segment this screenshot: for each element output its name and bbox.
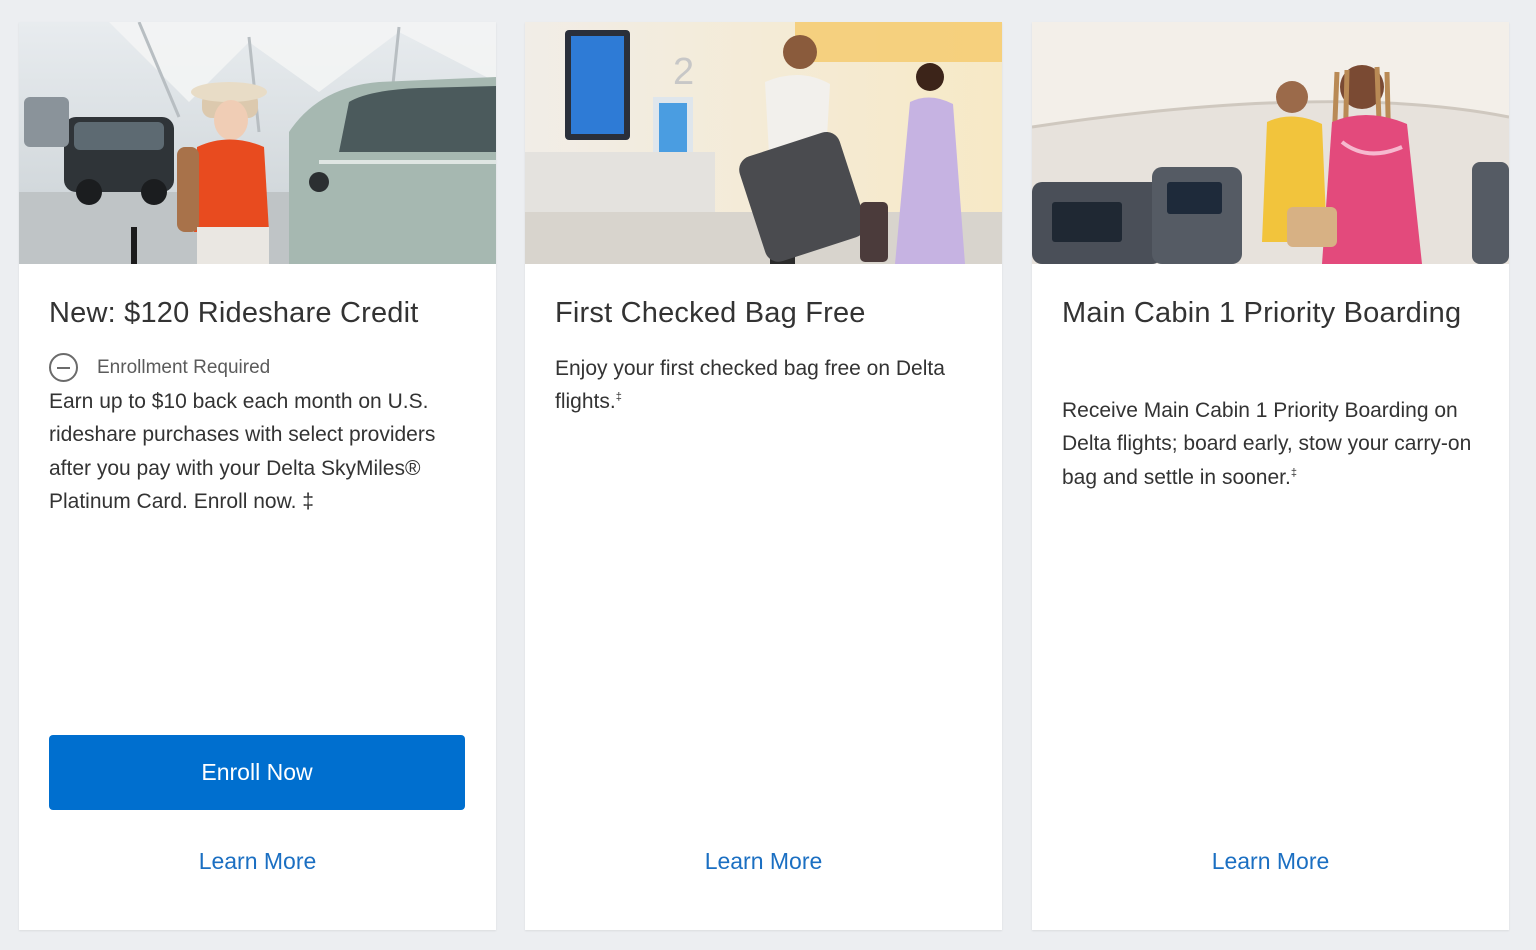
rideshare-photo bbox=[19, 22, 496, 264]
benefit-card-checked-bag: 2 First Checked Bag Free Enjoy your firs… bbox=[525, 22, 1002, 930]
card-description: Receive Main Cabin 1 Priority Boarding o… bbox=[1062, 394, 1487, 494]
enroll-now-button[interactable]: Enroll Now bbox=[49, 735, 465, 810]
card-description-text: Enjoy your first checked bag free on Del… bbox=[555, 357, 945, 414]
enrollment-required-badge: Enrollment Required bbox=[49, 353, 270, 382]
minus-circle-icon bbox=[49, 353, 78, 382]
card-description: Enjoy your first checked bag free on Del… bbox=[555, 352, 980, 419]
priority-boarding-photo bbox=[1032, 22, 1509, 264]
checked-bag-photo: 2 bbox=[525, 22, 1002, 264]
card-title: Main Cabin 1 Priority Boarding bbox=[1062, 297, 1462, 329]
card-title: New: $120 Rideshare Credit bbox=[49, 297, 419, 329]
card-title: First Checked Bag Free bbox=[555, 297, 866, 329]
footnote-mark: ‡ bbox=[1290, 466, 1297, 479]
card-description-text: Receive Main Cabin 1 Priority Boarding o… bbox=[1062, 399, 1472, 489]
benefit-card-rideshare: New: $120 Rideshare Credit Enrollment Re… bbox=[19, 22, 496, 930]
svg-text:2: 2 bbox=[673, 51, 694, 93]
enrollment-required-text: Enrollment Required bbox=[97, 356, 271, 378]
card-description: Earn up to $10 back each month on U.S. r… bbox=[49, 390, 436, 513]
learn-more-link[interactable]: Learn More bbox=[19, 848, 496, 875]
benefit-card-priority-boarding: Main Cabin 1 Priority Boarding Receive M… bbox=[1032, 22, 1509, 930]
footnote-mark: ‡ bbox=[615, 391, 622, 404]
learn-more-link[interactable]: Learn More bbox=[1032, 848, 1509, 875]
learn-more-link[interactable]: Learn More bbox=[525, 848, 1002, 875]
